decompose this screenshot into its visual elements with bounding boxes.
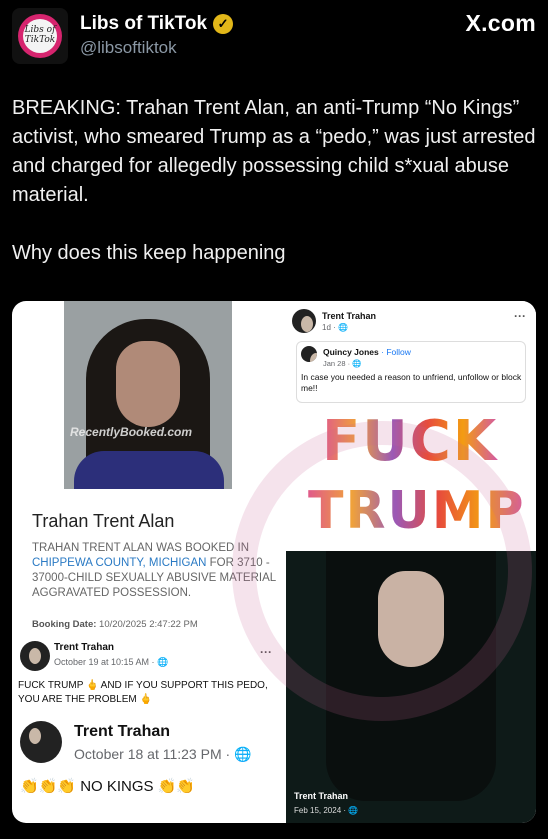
globe-icon: 🌐 bbox=[338, 323, 348, 332]
flower-text-fuck: FUCK bbox=[322, 409, 499, 474]
quoted-author: Quincy Jones bbox=[323, 347, 379, 357]
fb-post-author: Trent Trahan bbox=[322, 311, 377, 321]
follow-link: · Follow bbox=[381, 347, 411, 357]
fb-avatar bbox=[301, 346, 317, 362]
photo-caption-author: Trent Trahan bbox=[294, 791, 349, 801]
fb-avatar bbox=[20, 721, 62, 763]
x-logo: X.com bbox=[465, 10, 536, 36]
fb-shared-post: Trent Trahan 1d · 🌐 ··· Quincy Jones · F… bbox=[286, 301, 536, 551]
booking-name: Trahan Trent Alan bbox=[32, 511, 175, 531]
globe-icon: 🌐 bbox=[234, 746, 252, 762]
fb-post-time: 1d · 🌐 bbox=[322, 323, 348, 332]
globe-icon: 🌐 bbox=[352, 359, 362, 368]
globe-icon: 🌐 bbox=[157, 657, 169, 667]
more-options-icon: ··· bbox=[260, 645, 272, 659]
quoted-post: Quincy Jones · Follow Jan 28 · 🌐 In case… bbox=[296, 341, 526, 403]
tweet-header: Libs of TikTok Libs of TikTok ✓ @libsoft… bbox=[12, 8, 536, 64]
selfie-photo: Trent Trahan Feb 15, 2024 · 🌐 bbox=[286, 551, 536, 823]
fb-post-author: Trent Trahan bbox=[74, 723, 171, 740]
handle[interactable]: @libsoftiktok bbox=[80, 38, 177, 58]
tweet-text: BREAKING: Trahan Trent Alan, an anti-Tru… bbox=[12, 94, 536, 268]
booking-desc-text: TRAHAN TRENT ALAN WAS BOOKED IN bbox=[32, 542, 250, 554]
tweet-paragraph: BREAKING: Trahan Trent Alan, an anti-Tru… bbox=[12, 97, 536, 206]
flower-text-trump: TRUMP bbox=[308, 481, 526, 541]
quoted-text: In case you needed a reason to unfriend,… bbox=[301, 372, 522, 393]
photo-caption-time: Feb 15, 2024 · 🌐 bbox=[294, 806, 359, 815]
tweet-paragraph: Why does this keep happening bbox=[12, 242, 286, 264]
tweet-media-image[interactable]: RecentlyBooked.com Trahan Trent Alan TRA… bbox=[12, 301, 536, 823]
fb-post-time: October 19 at 10:15 AM · 🌐 bbox=[54, 657, 169, 667]
globe-icon: 🌐 bbox=[348, 806, 359, 815]
display-name[interactable]: Libs of TikTok bbox=[80, 13, 207, 35]
fb-post-author: Trent Trahan bbox=[54, 642, 115, 653]
booking-date-value: 10/20/2025 2:47:22 PM bbox=[99, 619, 198, 630]
name-row: Libs of TikTok ✓ bbox=[80, 12, 234, 36]
mugshot-image: RecentlyBooked.com bbox=[64, 301, 232, 489]
more-options-icon: ··· bbox=[514, 309, 526, 323]
booking-county-link: CHIPPEWA COUNTY, MICHIGAN bbox=[32, 557, 207, 569]
quoted-author-row: Quincy Jones · Follow bbox=[323, 347, 411, 357]
fb-avatar bbox=[292, 309, 316, 333]
quoted-time: Jan 28 · 🌐 bbox=[323, 359, 362, 368]
fb-avatar bbox=[20, 641, 50, 671]
fb-post-text: 👏👏👏 NO KINGS 👏👏 bbox=[20, 778, 196, 795]
mugshot-watermark: RecentlyBooked.com bbox=[70, 425, 193, 439]
booking-date: Booking Date: 10/20/2025 2:47:22 PM bbox=[32, 619, 198, 630]
avatar[interactable]: Libs of TikTok bbox=[12, 8, 68, 64]
fb-post-text: FUCK TRUMP 🖕 AND IF YOU SUPPORT THIS PED… bbox=[18, 680, 268, 705]
avatar-logo-text: Libs of TikTok bbox=[23, 19, 57, 53]
booking-date-label: Booking Date: bbox=[32, 619, 97, 630]
fb-post-time: October 18 at 11:23 PM · 🌐 bbox=[74, 746, 252, 762]
booking-description: TRAHAN TRENT ALAN WAS BOOKED IN CHIPPEWA… bbox=[32, 541, 282, 601]
verified-badge-icon: ✓ bbox=[213, 14, 234, 34]
